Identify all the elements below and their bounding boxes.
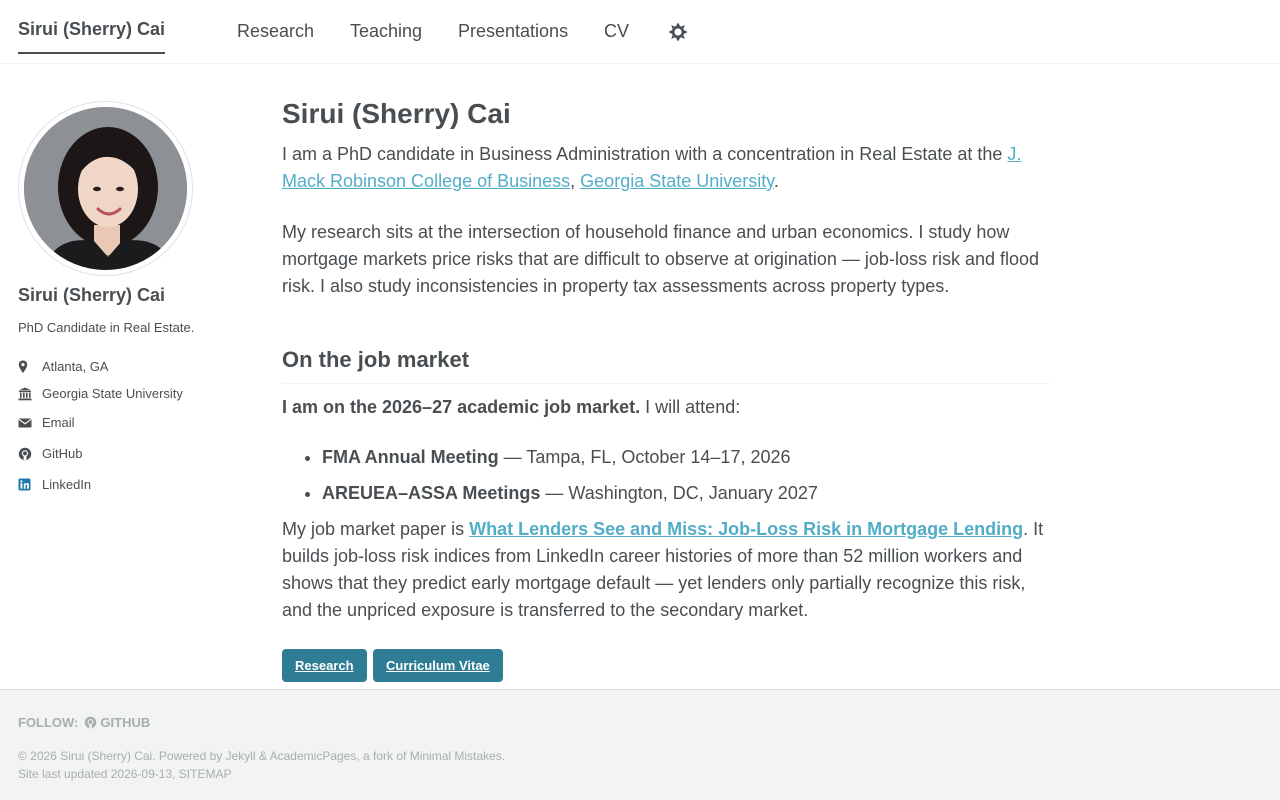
job-market-statement-bold: I am on the 2026–27 academic job market.	[282, 397, 641, 417]
sidebar-linkedin-link[interactable]: LinkedIn	[18, 477, 91, 492]
avatar	[24, 107, 187, 270]
job-market-statement: I am on the 2026–27 academic job market.…	[282, 394, 1050, 421]
author-name: Sirui (Sherry) Cai	[18, 285, 166, 305]
copyright-amp: &	[255, 749, 270, 763]
minimal-mistakes-link[interactable]: Minimal Mistakes	[410, 749, 502, 763]
page-footer: FOLLOW: GITHUB © 2026 Sirui (Sherry) Cai…	[0, 689, 1280, 800]
sidebar-github-label: GitHub	[42, 446, 83, 461]
nav-presentations[interactable]: Presentations	[458, 21, 568, 42]
event-name: AREUEA–ASSA Meetings	[322, 483, 541, 503]
job-market-heading: On the job market	[282, 347, 1050, 384]
main-content: Sirui (Sherry) Cai I am a PhD candidate …	[282, 96, 1050, 682]
copyright-line: © 2026 Sirui (Sherry) Cai. Powered by Je…	[18, 747, 505, 765]
nav-research[interactable]: Research	[237, 21, 314, 42]
list-item: AREUEA–ASSA Meetings — Washington, DC, J…	[322, 480, 1050, 507]
button-row: Research Curriculum Vitae	[282, 649, 1050, 682]
event-name: FMA Annual Meeting	[322, 447, 499, 467]
sun-icon	[668, 22, 688, 42]
jekyll-link[interactable]: Jekyll	[226, 749, 256, 763]
job-market-paper-paragraph: My job market paper is What Lenders See …	[282, 516, 1050, 624]
gsu-link[interactable]: Georgia State University	[580, 171, 774, 191]
intro-separator: ,	[570, 171, 581, 191]
follow-label: FOLLOW:	[18, 715, 79, 730]
footer-github-link[interactable]: GITHUB	[84, 715, 150, 730]
sidebar-linkedin-label: LinkedIn	[42, 477, 92, 492]
footer-github-label: GITHUB	[100, 715, 151, 730]
sidebar-location-label: Atlanta, GA	[42, 359, 109, 374]
sidebar-email-label: Email	[42, 415, 75, 430]
research-button[interactable]: Research	[282, 649, 367, 682]
intro-text: I am a PhD candidate in Business Adminis…	[282, 144, 1008, 164]
job-market-paper-link[interactable]: What Lenders See and Miss: Job-Loss Risk…	[469, 519, 1023, 539]
author-bio: PhD Candidate in Real Estate.	[18, 320, 195, 335]
list-item: FMA Annual Meeting — Tampa, FL, October …	[322, 444, 1050, 471]
copyright-fork-text: , a fork of	[356, 749, 410, 763]
footer-follow: FOLLOW: GITHUB	[18, 715, 150, 730]
masthead: Sirui (Sherry) Cai Research Teaching Pre…	[0, 0, 1280, 64]
paper-prefix: My job market paper is	[282, 519, 470, 539]
map-marker-icon	[18, 360, 32, 374]
university-icon	[18, 387, 32, 401]
theme-toggle-button[interactable]	[668, 22, 688, 42]
cv-button[interactable]: Curriculum Vitae	[373, 649, 503, 682]
sitemap-link[interactable]: SITEMAP	[179, 767, 232, 781]
github-icon	[18, 447, 32, 461]
research-paragraph: My research sits at the intersection of …	[282, 222, 1040, 296]
envelope-icon	[18, 416, 32, 430]
last-updated-text: Site last updated 2026-09-13,	[18, 767, 179, 781]
site-title-link[interactable]: Sirui (Sherry) Cai	[18, 19, 166, 54]
sidebar-employer-label: Georgia State University	[42, 386, 183, 401]
academicpages-link[interactable]: AcademicPages	[270, 749, 357, 763]
nav-teaching[interactable]: Teaching	[350, 21, 422, 42]
copyright: © 2026 Sirui (Sherry) Cai. Powered by Je…	[18, 747, 505, 783]
intro-suffix: .	[773, 171, 779, 191]
event-detail: — Washington, DC, January 2027	[540, 483, 818, 503]
copyright-period: .	[501, 749, 506, 763]
nav-cv[interactable]: CV	[604, 21, 629, 42]
event-detail: — Tampa, FL, October 14–17, 2026	[498, 447, 791, 467]
events-list: FMA Annual Meeting — Tampa, FL, October …	[282, 444, 1050, 507]
sidebar-location: Atlanta, GA	[18, 359, 108, 374]
sidebar-employer: Georgia State University	[18, 386, 183, 401]
updated-line: Site last updated 2026-09-13, SITEMAP	[18, 765, 505, 783]
github-icon	[85, 716, 97, 729]
sidebar-github-link[interactable]: GitHub	[18, 446, 82, 461]
job-market-statement-rest: I will attend:	[640, 397, 741, 417]
intro-paragraph: I am a PhD candidate in Business Adminis…	[282, 141, 1050, 195]
avatar-frame	[18, 101, 193, 276]
copyright-text: © 2026 Sirui (Sherry) Cai. Powered by	[18, 749, 226, 763]
linkedin-icon	[18, 478, 32, 492]
sidebar-email-link[interactable]: Email	[18, 415, 75, 430]
page-title: Sirui (Sherry) Cai	[282, 98, 511, 129]
